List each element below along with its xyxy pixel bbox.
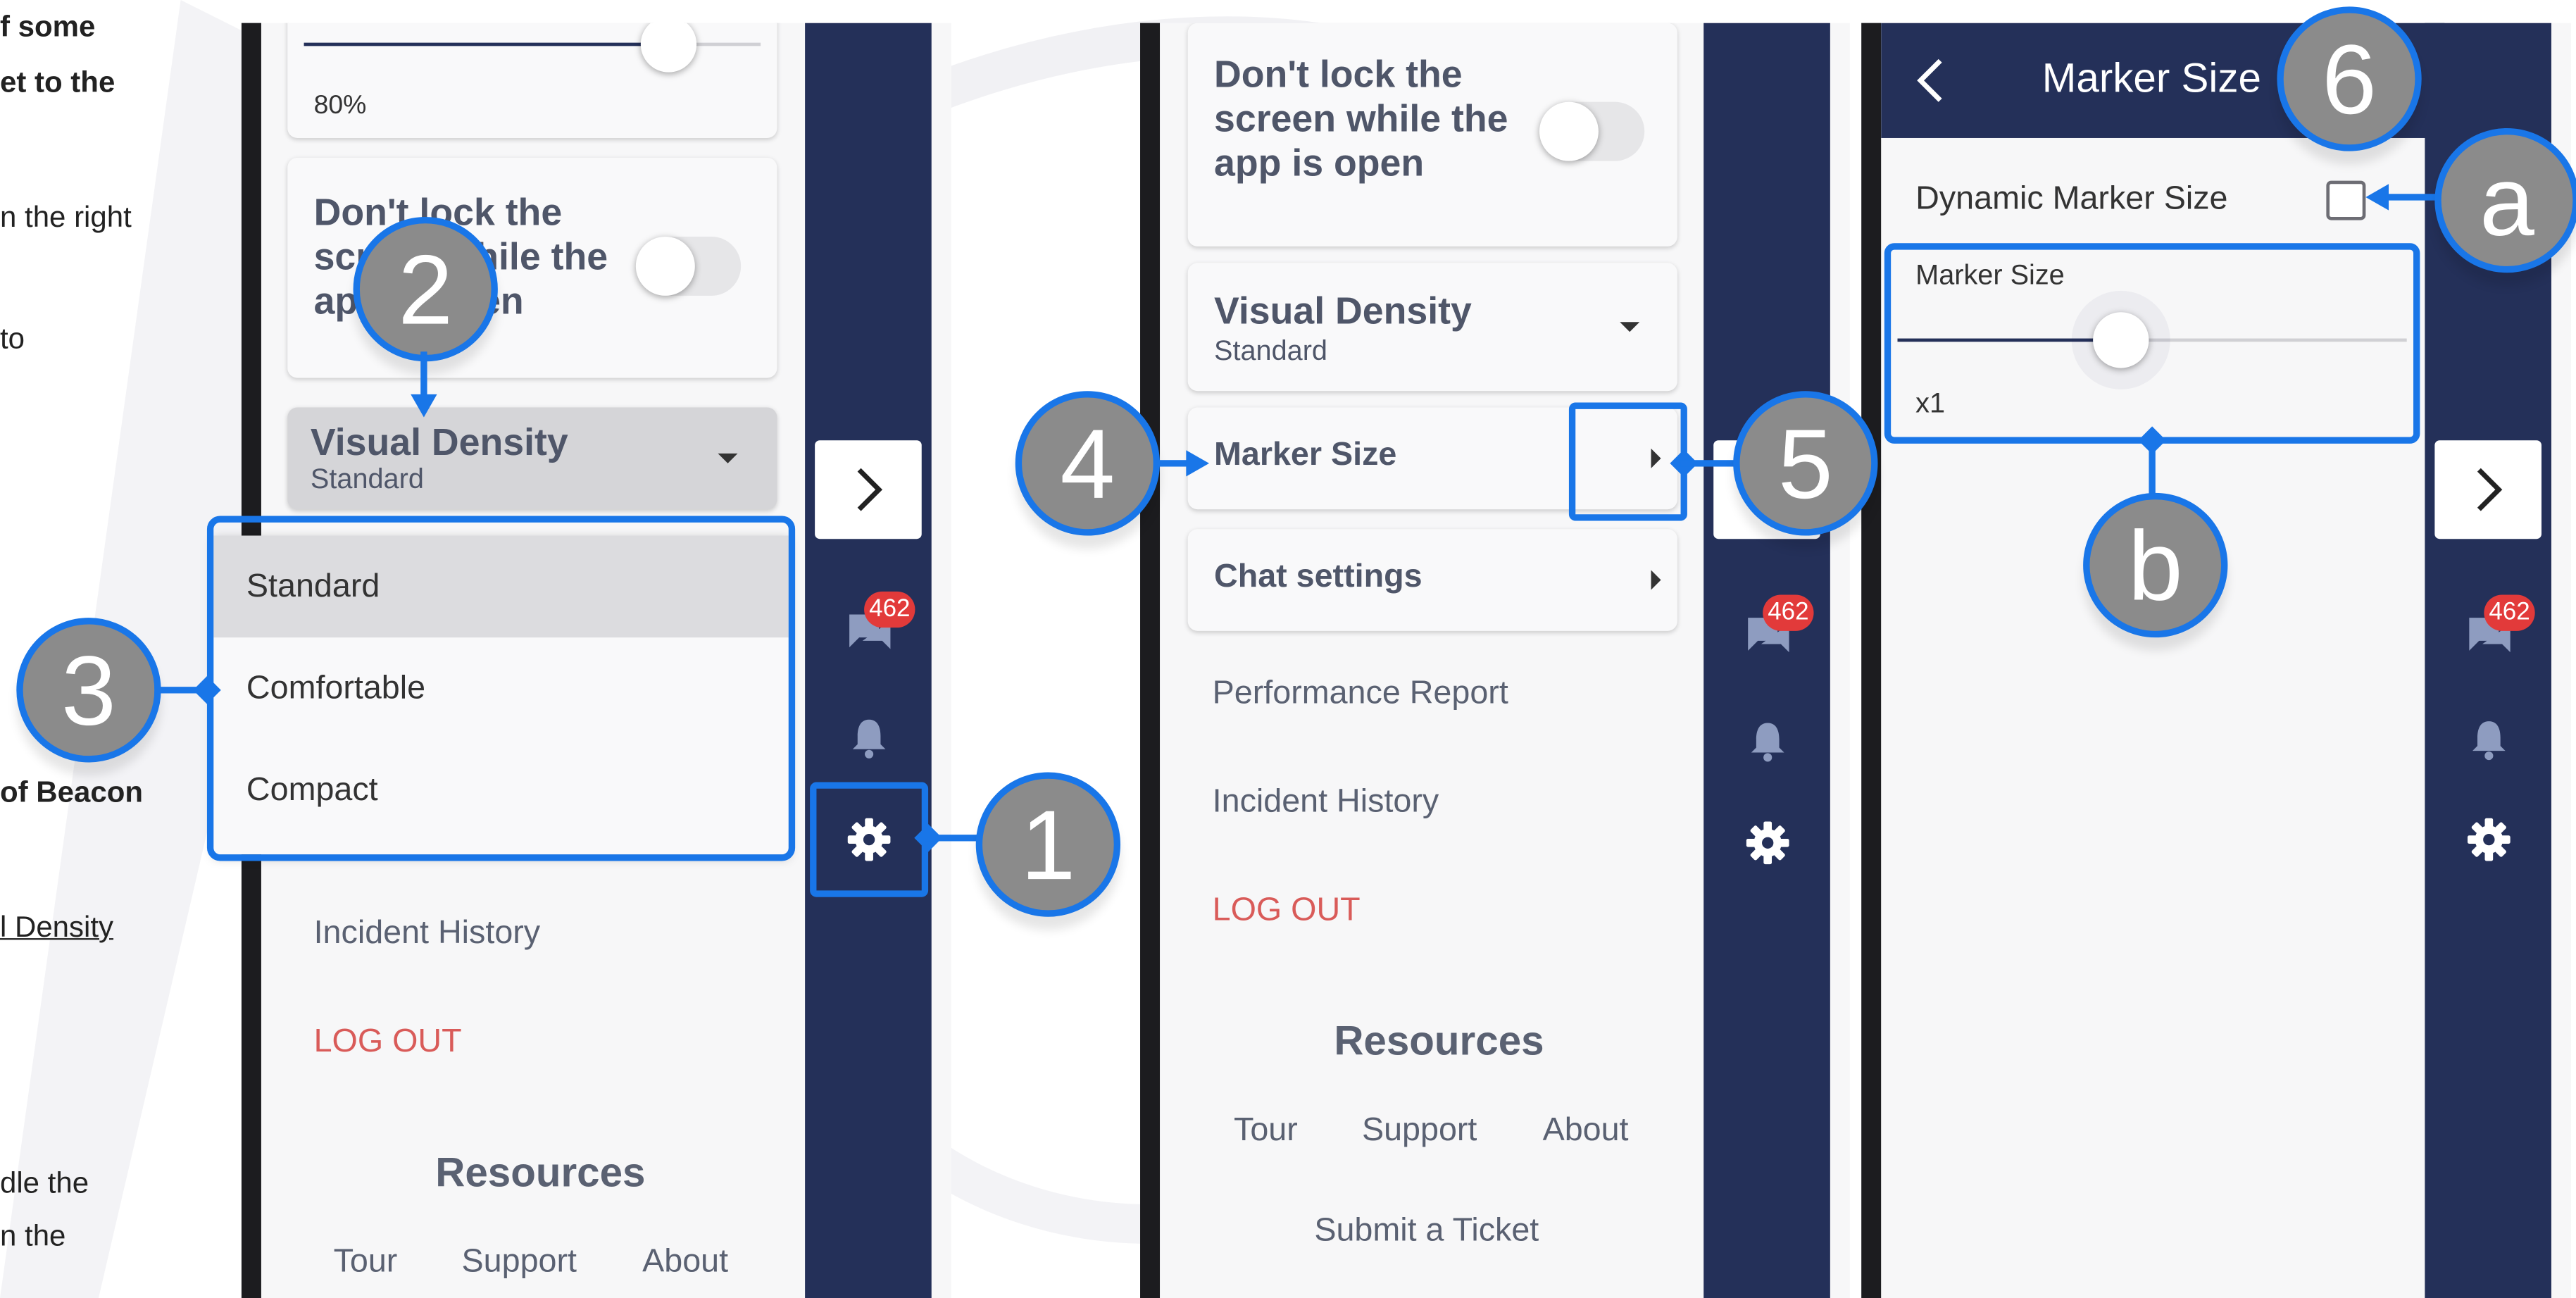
resources-tour-link[interactable]: Tour: [334, 1244, 398, 1282]
resources-title: Resources: [1334, 1018, 1544, 1065]
settings-button[interactable]: [2464, 815, 2513, 864]
slider-fill: [304, 42, 670, 46]
chat-settings-item[interactable]: Chat settings: [1187, 529, 1677, 631]
resources-support-link[interactable]: Support: [1362, 1112, 1477, 1150]
step-badge-5: 5: [1733, 391, 1878, 536]
caret-down-icon: [718, 453, 738, 463]
doc-text-fragment: of Beacon: [0, 775, 143, 809]
step-badge-6: 6: [2277, 6, 2422, 151]
doc-text-fragment: f some: [0, 9, 96, 43]
visual-density-value: Standard: [1214, 335, 1327, 367]
slider-thumb[interactable]: [641, 23, 698, 73]
logout-link[interactable]: LOG OUT: [314, 1023, 462, 1061]
step-badge-4: 4: [1015, 391, 1161, 536]
connector-line: [925, 835, 984, 842]
highlight-settings-button: [810, 782, 929, 897]
slider-card: 80%: [287, 23, 777, 138]
resources-about-link[interactable]: About: [642, 1244, 728, 1282]
dont-lock-toggle[interactable]: [1539, 101, 1645, 161]
page-title: Marker Size: [2042, 56, 2261, 102]
settings-panel-scrolled: Don't lock the screen while the app is o…: [1140, 23, 1850, 1298]
doc-text-fragment: dle the: [0, 1166, 89, 1200]
visual-density-label: Visual Density: [310, 420, 568, 463]
chevron-right-icon: [856, 468, 882, 511]
resources-about-link[interactable]: About: [1543, 1112, 1629, 1150]
connector-line: [420, 351, 427, 401]
submit-ticket-link[interactable]: Submit a Ticket: [1314, 1213, 1539, 1251]
visual-density-label: Visual Density: [1214, 289, 1472, 332]
highlight-dropdown: [206, 516, 796, 861]
visual-density-select[interactable]: Visual Density Standard: [1187, 263, 1677, 392]
expand-button[interactable]: [2434, 440, 2541, 539]
dont-lock-card: Don't lock the screen while the app is o…: [1187, 23, 1677, 247]
chat-badge: 462: [1763, 594, 1814, 631]
highlight-marker-size-caret: [1568, 402, 1687, 521]
connector-line: [1153, 460, 1190, 467]
visual-density-select[interactable]: Visual Density Standard: [287, 407, 777, 510]
doc-text-fragment: n the right: [0, 200, 132, 234]
caret-down-icon: [1620, 322, 1640, 332]
connector-arrowhead: [411, 394, 437, 418]
step-badge-1: 1: [975, 772, 1121, 917]
dynamic-marker-size-checkbox[interactable]: [2326, 180, 2366, 220]
chat-button[interactable]: 462: [1743, 594, 1814, 661]
chevron-right-icon: [2476, 468, 2502, 511]
chevron-left-icon[interactable]: [1914, 56, 1947, 105]
dynamic-marker-size-label: Dynamic Marker Size: [1915, 180, 2228, 217]
gear-icon: [1746, 821, 1789, 865]
side-rail: 462: [1703, 23, 1830, 1298]
caret-right-icon: [1651, 570, 1661, 590]
highlight-marker-size-slider: [1884, 243, 2420, 444]
dont-lock-toggle[interactable]: [635, 236, 742, 296]
gear-icon: [2468, 818, 2511, 861]
doc-text-fragment: n the: [0, 1219, 66, 1252]
doc-text-link[interactable]: l Density: [0, 910, 113, 944]
doc-text-fragment: to: [0, 322, 25, 355]
connector-line: [2385, 194, 2441, 201]
step-badge-2: 2: [353, 216, 498, 362]
incident-history-link[interactable]: Incident History: [314, 915, 541, 953]
connector-arrowhead: [1186, 450, 1210, 477]
connector-line: [1680, 460, 1740, 467]
chat-settings-label: Chat settings: [1214, 558, 1423, 595]
performance-report-link[interactable]: Performance Report: [1213, 675, 1508, 713]
bell-icon: [2472, 721, 2506, 761]
resources-support-link[interactable]: Support: [462, 1244, 577, 1282]
bell-icon: [852, 719, 886, 759]
notifications-button[interactable]: [1743, 716, 1792, 766]
chat-badge: 462: [2484, 594, 2535, 631]
step-badge-b: b: [2083, 492, 2228, 638]
side-rail: 462: [805, 23, 932, 1298]
step-badge-3: 3: [16, 618, 161, 763]
step-badge-a: a: [2434, 127, 2576, 273]
chat-button[interactable]: 462: [2464, 594, 2535, 661]
chat-badge: 462: [864, 591, 915, 628]
visual-density-value: Standard: [310, 463, 424, 495]
resources-title: Resources: [435, 1150, 646, 1197]
chat-button[interactable]: 462: [844, 591, 915, 657]
dont-lock-label: Don't lock the screen while the app is o…: [1214, 52, 1508, 185]
tutorial-figure: f some et to the n the right to of Beaco…: [0, 0, 2576, 1298]
marker-size-label: Marker Size: [1214, 437, 1397, 473]
resources-tour-link[interactable]: Tour: [1234, 1112, 1298, 1150]
connector-line: [2149, 437, 2156, 500]
doc-text-fragment: et to the: [0, 65, 115, 99]
notifications-button[interactable]: [844, 713, 894, 762]
settings-button[interactable]: [1743, 818, 1792, 868]
slider-value: 80%: [313, 92, 367, 120]
expand-button[interactable]: [815, 440, 922, 539]
incident-history-link[interactable]: Incident History: [1213, 784, 1439, 822]
logout-link[interactable]: LOG OUT: [1213, 892, 1361, 930]
bell-icon: [1751, 723, 1784, 762]
notifications-button[interactable]: [2464, 715, 2513, 764]
